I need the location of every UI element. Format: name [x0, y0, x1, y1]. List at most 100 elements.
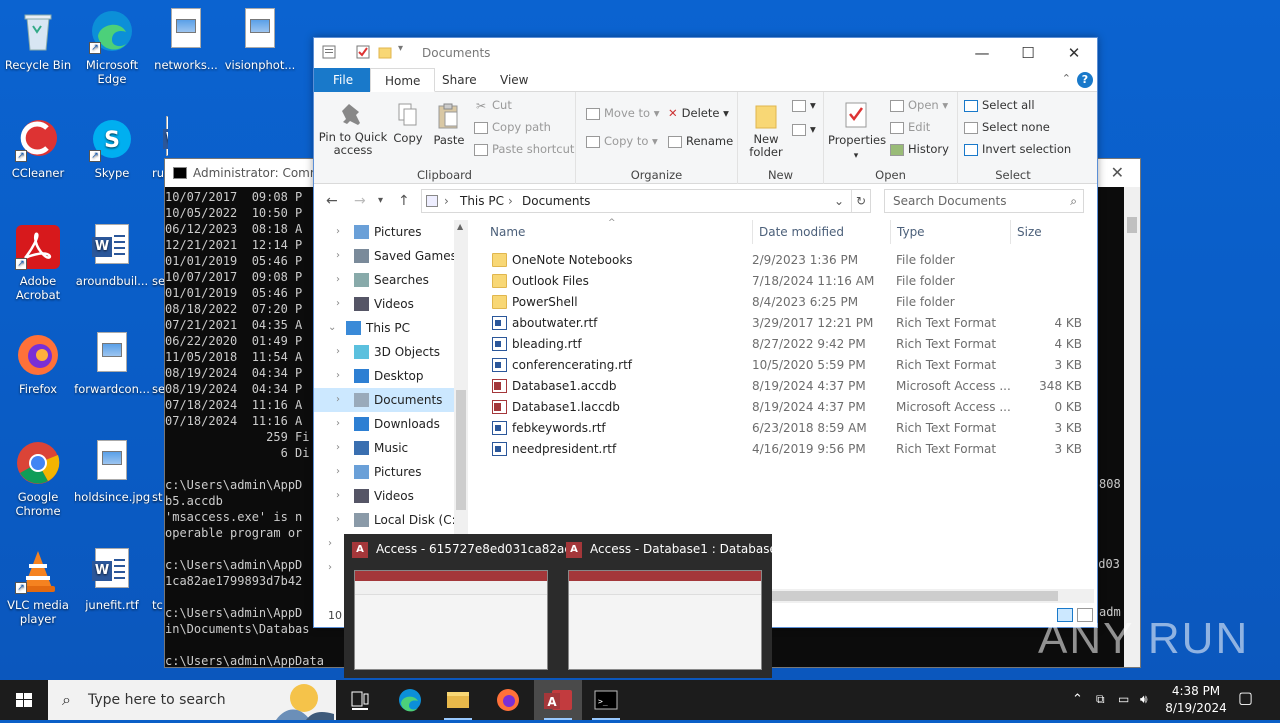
maximize-button[interactable]: ☐ — [1005, 41, 1051, 65]
desktop-icon-recycle-bin[interactable]: Recycle Bin — [0, 8, 76, 72]
file-row[interactable]: conferencerating.rtf 10/5/2020 5:59 PM Ric… — [482, 355, 1090, 376]
back-button[interactable]: ← — [326, 193, 338, 209]
file-row[interactable]: PowerShell 8/4/2023 6:25 PM File folder — [482, 292, 1090, 313]
desktop-icon-microsoft-edge[interactable]: ↗ Microsoft Edge — [74, 8, 150, 86]
column-date[interactable]: Date modified — [752, 220, 844, 244]
select-none-button[interactable]: Select none — [964, 120, 1050, 134]
notification-icon[interactable]: ▢ — [1238, 688, 1253, 707]
expand-chevron-icon[interactable]: › — [336, 220, 340, 244]
nav-item[interactable]: › Documents — [314, 388, 454, 412]
expand-chevron-icon[interactable]: ⌄ — [328, 316, 336, 340]
taskbar-cmd[interactable]: >_ — [582, 680, 630, 720]
desktop-icon-firefox[interactable]: Firefox — [0, 332, 76, 396]
expand-chevron-icon[interactable]: › — [336, 340, 340, 364]
nav-item[interactable]: › Local Disk (C:) — [314, 508, 460, 532]
column-name[interactable]: Name — [490, 225, 525, 239]
thumbnail-access-1[interactable]: A Access - 615727e8ed031ca82ae... — [344, 534, 583, 678]
copy-to-button[interactable]: Copy to ▾ — [586, 134, 658, 148]
copy-button[interactable]: Copy — [392, 102, 424, 145]
tab-view[interactable]: View — [486, 68, 542, 92]
copy-path-button[interactable]: Copy path — [474, 120, 551, 134]
folder-properties-icon[interactable] — [322, 45, 336, 59]
file-row[interactable]: OneNote Notebooks 2/9/2023 1:36 PM File fo… — [482, 250, 1090, 271]
expand-chevron-icon[interactable]: › — [336, 268, 340, 292]
nav-item[interactable]: › Pictures — [314, 220, 454, 244]
desktop-icon-junefit[interactable]: W junefit.rtf — [74, 548, 150, 612]
nav-item[interactable]: › Videos — [314, 484, 454, 508]
expand-chevron-icon[interactable]: › — [336, 412, 340, 436]
nav-item[interactable]: ⌄ This PC — [314, 316, 454, 340]
paste-shortcut-button[interactable]: Paste shortcut — [474, 142, 574, 156]
tab-home[interactable]: Home — [370, 68, 436, 92]
easy-access-button[interactable]: ▾ — [792, 122, 816, 136]
close-icon[interactable]: ✕ — [1111, 159, 1124, 187]
nav-item[interactable]: › Pictures — [314, 460, 454, 484]
nav-item[interactable]: › Searches — [314, 268, 454, 292]
tab-share[interactable]: Share — [428, 68, 491, 92]
pin-button[interactable]: Pin to Quick access — [318, 102, 388, 157]
file-row[interactable]: Database1.accdb 8/19/2024 4:37 PM Microsof… — [482, 376, 1090, 397]
collapse-ribbon-icon[interactable]: ⌃ — [1062, 72, 1071, 85]
expand-chevron-icon[interactable]: › — [336, 436, 340, 460]
history-button[interactable]: History — [890, 142, 949, 156]
new-item-button[interactable]: ▾ — [792, 98, 816, 112]
expand-chevron-icon[interactable]: › — [328, 556, 332, 580]
file-row[interactable]: febkeywords.rtf 6/23/2018 8:59 AM Rich Tex… — [482, 418, 1090, 439]
paste-button[interactable]: Paste — [432, 102, 466, 147]
expand-chevron-icon[interactable]: › — [336, 244, 340, 268]
nav-item[interactable]: › Downloads — [314, 412, 454, 436]
nav-item[interactable]: › Videos — [314, 292, 454, 316]
open-button[interactable]: Open ▾ — [890, 98, 948, 112]
breadcrumb-this-pc[interactable]: This PC — [460, 190, 504, 212]
chevron-down-icon[interactable]: ▾ — [398, 43, 412, 57]
expand-chevron-icon[interactable]: › — [336, 508, 340, 532]
desktop-icon-forwardcon[interactable]: forwardcon... — [74, 332, 150, 396]
invert-selection-button[interactable]: Invert selection — [964, 142, 1071, 156]
desktop-icon-vlc[interactable]: ↗ VLC media player — [0, 548, 76, 626]
explorer-titlebar[interactable]: ▾ Documents — ☐ ✕ — [314, 38, 1097, 68]
expand-chevron-icon[interactable]: › — [336, 388, 340, 412]
start-button[interactable] — [0, 680, 48, 720]
properties-button[interactable]: Properties ▾ — [828, 100, 886, 161]
nav-item[interactable]: › Music — [314, 436, 454, 460]
address-dropdown-icon[interactable]: ⌄ — [834, 190, 844, 212]
taskbar-firefox[interactable] — [484, 680, 532, 720]
file-row[interactable]: bleading.rtf 8/27/2022 9:42 PM Rich Text F… — [482, 334, 1090, 355]
file-list[interactable]: Name ^ Date modified Type Size OneNote N… — [482, 218, 1090, 460]
recent-locations-chevron-icon[interactable]: ▾ — [378, 195, 383, 206]
desktop-icon-aroundbuil[interactable]: W aroundbuil... — [74, 224, 150, 288]
taskbar-clock[interactable]: 4:38 PM 8/19/2024 — [1160, 683, 1232, 717]
search-input[interactable]: Search Documents ⌕ — [884, 189, 1084, 213]
new-folder-button[interactable]: New folder — [748, 100, 784, 159]
thumbnail-access-2[interactable]: A Access - Database1 : Database-... — [558, 534, 793, 678]
show-hidden-icons-chevron-icon[interactable]: ⌃ — [1072, 692, 1083, 707]
expand-chevron-icon[interactable]: › — [336, 460, 340, 484]
cmd-scrollbar[interactable] — [1124, 187, 1140, 667]
expand-chevron-icon[interactable]: › — [328, 532, 332, 556]
network-icon[interactable]: ▭ — [1118, 692, 1129, 706]
delete-button[interactable]: ✕ Delete ▾ — [668, 106, 729, 120]
address-box[interactable]: › This PC › Documents ⌄ ↻ — [421, 189, 871, 213]
desktop-icon-adobe-acrobat[interactable]: ↗ Adobe Acrobat — [0, 224, 76, 302]
expand-chevron-icon[interactable]: › — [336, 484, 340, 508]
cut-button[interactable]: ✂ Cut — [474, 98, 512, 112]
desktop-icon-networks[interactable]: networks... — [148, 8, 224, 72]
move-to-button[interactable]: Move to ▾ — [586, 106, 659, 120]
help-icon[interactable]: ? — [1077, 72, 1093, 88]
rename-button[interactable]: Rename — [668, 134, 733, 148]
network-status-icon[interactable]: ⧉ — [1096, 692, 1105, 707]
desktop-icon-ccleaner[interactable]: ↗ CCleaner — [0, 116, 76, 180]
taskbar-file-explorer[interactable] — [434, 680, 482, 720]
file-row[interactable]: aboutwater.rtf 3/29/2017 12:21 PM Rich Tex… — [482, 313, 1090, 334]
taskbar-edge[interactable] — [386, 680, 434, 720]
navigation-pane[interactable]: › Pictures › Saved Games › Searches › Videos ⌄ Th… — [314, 220, 468, 580]
nav-item[interactable]: › Desktop — [314, 364, 454, 388]
desktop-icon-holdsince[interactable]: holdsince.jpg — [74, 440, 150, 504]
file-row[interactable]: needpresident.rtf 4/16/2019 9:56 PM Rich T… — [482, 439, 1090, 460]
desktop-icon-google-chrome[interactable]: Google Chrome — [0, 440, 76, 518]
file-row[interactable]: Outlook Files 7/18/2024 11:16 AM File fold… — [482, 271, 1090, 292]
tab-file[interactable]: File — [314, 68, 373, 92]
nav-item[interactable]: › Saved Games — [314, 244, 457, 268]
desktop-icon-visionphot[interactable]: visionphot... — [222, 8, 298, 72]
file-row[interactable]: Database1.laccdb 8/19/2024 4:37 PM Microso… — [482, 397, 1090, 418]
